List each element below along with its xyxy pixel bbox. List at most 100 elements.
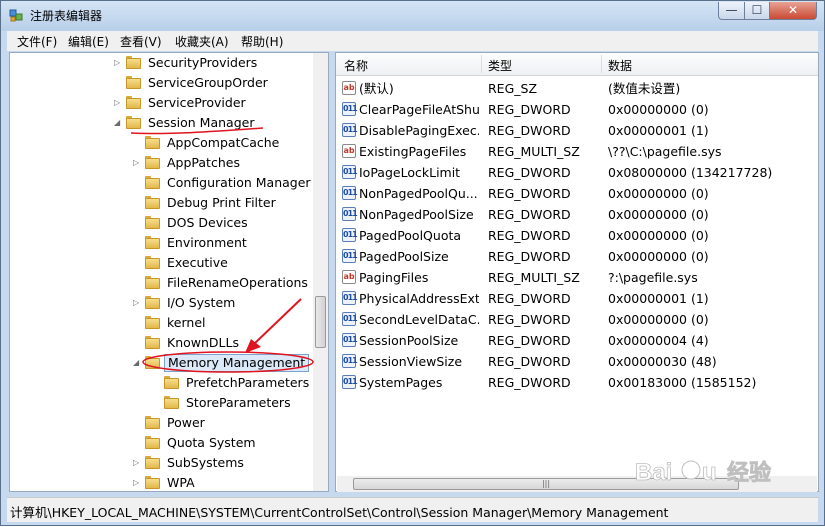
baidu-watermark: Bai u 经验 xyxy=(635,459,772,487)
tree-expander-icon[interactable]: ◢ xyxy=(114,113,123,133)
tree-expander-icon[interactable]: ▷ xyxy=(133,473,142,491)
value-row[interactable]: 011 NonPagedPoolSize REG_DWORD 0x00000000 (… xyxy=(336,204,818,225)
value-row[interactable]: 011 PhysicalAddressExt... REG_DWORD 0x00000… xyxy=(336,288,818,309)
tree-expander-icon[interactable]: ▷ xyxy=(114,53,123,73)
value-row[interactable]: ab PagingFiles REG_MULTI_SZ ?:\pagefile.sys xyxy=(336,267,818,288)
value-name: NonPagedPoolQu... xyxy=(359,186,478,201)
column-header-type[interactable]: 类型 xyxy=(488,57,512,74)
value-row[interactable]: ab ExistingPageFiles REG_MULTI_SZ \??\C:\pa… xyxy=(336,141,818,162)
folder-icon xyxy=(145,356,160,369)
tree-expander-icon[interactable]: ▷ xyxy=(114,93,123,113)
tree-node-label[interactable]: Power xyxy=(167,413,205,433)
value-name: PhysicalAddressExt... xyxy=(359,291,479,306)
tree-node-label[interactable]: KnownDLLs xyxy=(167,333,239,353)
tree-node-label[interactable]: PrefetchParameters xyxy=(186,373,309,393)
folder-icon xyxy=(145,316,160,329)
tree-node-label[interactable]: ServiceProvider xyxy=(148,93,246,113)
tree-node[interactable]: ▷ ServiceProvider xyxy=(10,93,328,113)
tree-node-label[interactable]: I/O System xyxy=(167,293,235,313)
tree-node[interactable]: Executive xyxy=(10,253,328,273)
tree-node[interactable]: ▷ AppPatches xyxy=(10,153,328,173)
title-bar[interactable]: 注册表编辑器 — ☐ ✕ xyxy=(1,1,824,31)
value-type: REG_MULTI_SZ xyxy=(488,144,580,159)
tree-node[interactable]: Debug Print Filter xyxy=(10,193,328,213)
value-row[interactable]: 011 PagedPoolQuota REG_DWORD 0x00000000 (0) xyxy=(336,225,818,246)
value-row[interactable]: ab (默认) REG_SZ (数值未设置) xyxy=(336,78,818,99)
tree-node[interactable]: ServiceGroupOrder xyxy=(10,73,328,93)
tree-node[interactable]: ◢ Session Manager xyxy=(10,113,328,133)
tree-node[interactable]: PrefetchParameters xyxy=(10,373,328,393)
binary-value-icon: 011 xyxy=(342,375,358,389)
tree-node-label[interactable]: FileRenameOperations xyxy=(167,273,308,293)
menu-view[interactable]: 查看(V) xyxy=(120,33,162,50)
tree-expander-icon[interactable]: ▷ xyxy=(133,293,142,313)
tree-node[interactable]: Configuration Manager xyxy=(10,173,328,193)
tree-node-label[interactable]: SubSystems xyxy=(167,453,244,473)
tree-node-label[interactable]: Executive xyxy=(167,253,228,273)
tree-node[interactable]: kernel xyxy=(10,313,328,333)
folder-icon xyxy=(164,396,179,409)
value-data: 0x00183000 (1585152) xyxy=(608,375,757,390)
tree-scroll-thumb[interactable] xyxy=(315,296,326,348)
value-type: REG_DWORD xyxy=(488,312,571,327)
value-row[interactable]: 011 SessionViewSize REG_DWORD 0x00000030 (4… xyxy=(336,351,818,372)
column-header-name[interactable]: 名称 xyxy=(344,57,368,74)
tree-node[interactable]: ▷ WPA xyxy=(10,473,328,491)
tree-node-label[interactable]: Configuration Manager xyxy=(167,173,311,193)
column-header-data[interactable]: 数据 xyxy=(608,57,632,74)
tree-node-label[interactable]: WPA xyxy=(167,473,195,491)
value-name: (默认) xyxy=(359,81,394,96)
folder-icon xyxy=(126,76,141,89)
tree-node[interactable]: ▷ SecurityProviders xyxy=(10,53,328,73)
tree-node[interactable]: ▷ SubSystems xyxy=(10,453,328,473)
tree-node-label[interactable]: SecurityProviders xyxy=(148,53,257,73)
value-row[interactable]: 011 IoPageLockLimit REG_DWORD 0x08000000 (1… xyxy=(336,162,818,183)
close-button[interactable]: ✕ xyxy=(769,2,817,20)
tree-node[interactable]: FileRenameOperations xyxy=(10,273,328,293)
menu-file[interactable]: 文件(F) xyxy=(17,33,57,50)
tree-expander-icon[interactable]: ▷ xyxy=(133,153,142,173)
tree-expander-icon[interactable]: ▷ xyxy=(133,453,142,473)
value-row[interactable]: 011 PagedPoolSize REG_DWORD 0x00000000 (0) xyxy=(336,246,818,267)
tree-node[interactable]: Environment xyxy=(10,233,328,253)
maximize-button[interactable]: ☐ xyxy=(744,2,770,20)
tree-node-label[interactable]: AppCompatCache xyxy=(167,133,279,153)
tree-node-label[interactable]: DOS Devices xyxy=(167,213,248,233)
menu-bar: 文件(F) 编辑(E) 查看(V) 收藏夹(A) 帮助(H) xyxy=(7,31,818,51)
tree-node-label[interactable]: StoreParameters xyxy=(186,393,291,413)
folder-icon xyxy=(164,376,179,389)
tree-node-label[interactable]: Memory Management xyxy=(164,354,310,372)
tree-node-label[interactable]: Session Manager xyxy=(148,113,254,133)
tree-expander-icon[interactable]: ◢ xyxy=(133,353,142,373)
minimize-button[interactable]: — xyxy=(718,2,745,20)
value-list[interactable]: 名称 类型 数据 ab (默认) REG_SZ (数值未设置) 011 ClearPage… xyxy=(335,52,819,492)
menu-edit[interactable]: 编辑(E) xyxy=(68,33,109,50)
tree-node[interactable]: Quota System xyxy=(10,433,328,453)
tree-node[interactable]: ▷ I/O System xyxy=(10,293,328,313)
value-row[interactable]: 011 SessionPoolSize REG_DWORD 0x00000004 (4… xyxy=(336,330,818,351)
tree-node[interactable]: Power xyxy=(10,413,328,433)
value-name: PagingFiles xyxy=(359,270,429,285)
value-row[interactable]: 011 SystemPages REG_DWORD 0x00183000 (15851… xyxy=(336,372,818,393)
key-tree[interactable]: ▷ SecurityProviders ServiceGroupOrder ▷ Serv… xyxy=(9,52,329,492)
tree-node-label[interactable]: Quota System xyxy=(167,433,256,453)
menu-help[interactable]: 帮助(H) xyxy=(241,33,283,50)
tree-node[interactable]: DOS Devices xyxy=(10,213,328,233)
tree-node-label[interactable]: ServiceGroupOrder xyxy=(148,73,268,93)
column-divider[interactable] xyxy=(601,55,602,73)
value-row[interactable]: 011 SecondLevelDataC... REG_DWORD 0x0000000… xyxy=(336,309,818,330)
tree-node-label[interactable]: Debug Print Filter xyxy=(167,193,276,213)
tree-node[interactable]: StoreParameters xyxy=(10,393,328,413)
tree-node[interactable]: ◢ Memory Management xyxy=(10,353,328,373)
value-row[interactable]: 011 DisablePagingExec... REG_DWORD 0x000000… xyxy=(336,120,818,141)
tree-node[interactable]: AppCompatCache xyxy=(10,133,328,153)
tree-node[interactable]: KnownDLLs xyxy=(10,333,328,353)
value-row[interactable]: 011 ClearPageFileAtShu... REG_DWORD 0x00000… xyxy=(336,99,818,120)
tree-vertical-scrollbar[interactable] xyxy=(313,53,328,491)
tree-node-label[interactable]: AppPatches xyxy=(167,153,240,173)
menu-favorites[interactable]: 收藏夹(A) xyxy=(175,33,229,50)
tree-node-label[interactable]: kernel xyxy=(167,313,206,333)
value-row[interactable]: 011 NonPagedPoolQu... REG_DWORD 0x00000000 … xyxy=(336,183,818,204)
tree-node-label[interactable]: Environment xyxy=(167,233,247,253)
column-divider[interactable] xyxy=(481,55,482,73)
